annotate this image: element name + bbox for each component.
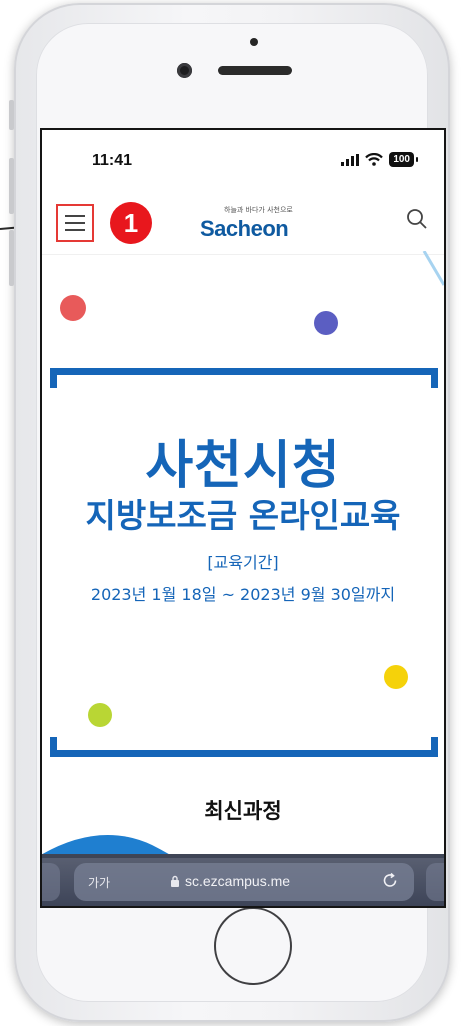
site-header: 1 하늘과 바다가 사천으로 Sacheon [42,194,444,255]
earpiece-speaker [218,66,292,75]
status-time: 11:41 [92,152,133,169]
front-camera [177,63,192,78]
next-tab-peek[interactable] [426,863,444,901]
volume-up-button [9,158,14,214]
latest-courses-title: 최신과정 [204,799,282,823]
address-bar[interactable]: 가가 sc.ezcampus.me [74,863,414,901]
url-display[interactable]: sc.ezcampus.me [170,873,290,889]
decorative-lime-dot [88,703,112,727]
home-button[interactable] [214,907,292,985]
mute-switch [9,100,14,130]
volume-down-button [9,230,14,286]
decorative-stroke [422,251,444,286]
search-icon[interactable] [406,208,428,230]
hero-banner[interactable]: 사천시청 지방보조금 온라인교육 [교육기간] 2023년 1월 18일 ~ 2… [42,251,444,906]
decorative-red-dot [60,295,86,321]
banner-frame-top [50,368,438,388]
phone-screen: 11:41 100 1 하늘과 바다가 사천으로 Sacheon 사천시청 지방… [40,128,446,908]
reload-icon[interactable] [380,871,400,891]
lock-icon [171,875,179,887]
site-logo[interactable]: 하늘과 바다가 사천으로 Sacheon [200,202,310,246]
text-size-button[interactable]: 가가 [88,874,110,891]
signal-icon [341,153,360,166]
wifi-icon [365,153,384,166]
hamburger-menu-icon[interactable] [56,204,94,242]
education-period: 2023년 1월 18일 ~ 2023년 9월 30일까지 [90,585,396,604]
decorative-yellow-dot [384,665,408,689]
banner-subtitle: 지방보조금 온라인교육 [85,496,401,535]
banner-frame-bottom [50,737,438,757]
url-text: sc.ezcampus.me [185,873,291,889]
banner-title: 사천시청 [145,436,341,496]
step-callout-badge: 1 [110,202,152,244]
status-icons: 100 [341,152,418,167]
battery-icon: 100 [389,152,418,167]
status-bar: 11:41 100 [42,130,444,190]
browser-toolbar: 가가 sc.ezcampus.me [42,854,444,906]
proximity-sensor [250,38,258,46]
logo-text: Sacheon [200,216,289,241]
logo-tagline: 하늘과 바다가 사천으로 [224,206,293,214]
previous-tab-peek[interactable] [42,863,60,901]
education-period-label: [교육기간] [207,553,279,572]
decorative-purple-dot [314,311,338,335]
